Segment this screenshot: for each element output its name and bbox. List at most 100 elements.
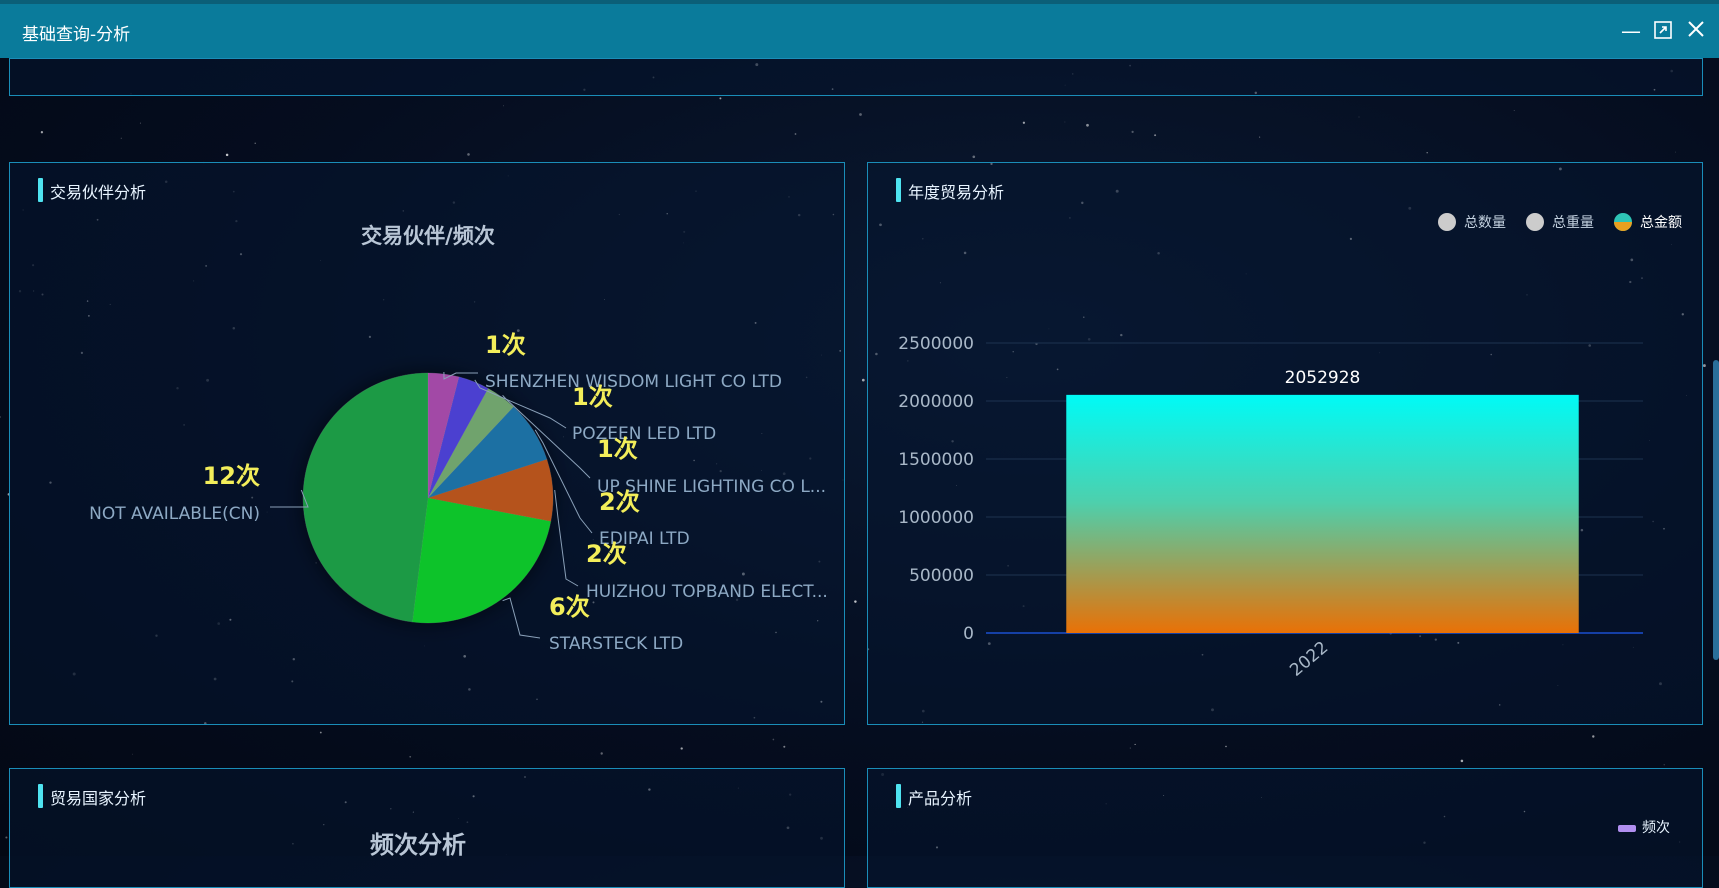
product-analysis-panel: 产品分析 频次 (867, 768, 1703, 888)
star (772, 738, 775, 741)
pie-category-label: STARSTECK LTD (549, 634, 683, 654)
pie-category-label: SHENZHEN WISDOM LIGHT CO LTD (485, 372, 782, 392)
annual-bar-chart: 0 500000 1000000 1500000 2000000 2500000 2052… (898, 334, 1643, 681)
star (0, 416, 2, 418)
star (139, 122, 141, 124)
star (859, 113, 862, 116)
star (1674, 151, 1676, 153)
star (794, 133, 797, 135)
star (319, 731, 322, 734)
star (409, 755, 412, 758)
legend-swatch (1618, 824, 1636, 832)
pie-leader-line (502, 597, 541, 639)
star (1225, 745, 1227, 748)
title-accent-bar (896, 784, 901, 808)
maximize-icon[interactable] (1652, 20, 1674, 42)
close-icon[interactable] (1685, 20, 1707, 42)
y-tick-label: 0 (963, 624, 974, 644)
partner-analysis-panel: 交易伙伴分析 交易伙伴/频次 1次 SHENZHEN WISDOM LIGHT C… (9, 162, 845, 725)
country-panel-title: 贸易国家分析 (38, 784, 146, 809)
star (719, 97, 722, 100)
bar-value-label: 2052928 (1285, 368, 1361, 388)
star (5, 836, 8, 839)
star (1064, 121, 1066, 123)
x-tick-label: 2022 (1286, 638, 1332, 681)
star (467, 153, 470, 156)
bar-mark[interactable] (1066, 394, 1579, 633)
pie-value-label: 2次 (599, 488, 640, 516)
star (1592, 735, 1595, 738)
star (600, 752, 603, 755)
star (120, 137, 122, 139)
product-legend-label: 频次 (1642, 820, 1670, 836)
partner-panel-title-text: 交易伙伴分析 (50, 183, 147, 202)
product-panel-title-text: 产品分析 (908, 789, 973, 808)
star (1154, 134, 1157, 137)
pie-category-label: POZEEN LED LTD (572, 424, 716, 444)
y-tick-label: 500000 (909, 566, 974, 586)
y-tick-label: 1500000 (898, 450, 974, 470)
star (783, 745, 786, 748)
legend-dot[interactable] (1526, 213, 1544, 231)
star (1086, 123, 1089, 127)
star (1129, 747, 1131, 749)
pie-slice[interactable] (302, 372, 429, 623)
annual-trade-panel: 年度贸易分析 总数量 总重量 总金额 0 500000 1000000 1500000 20… (867, 162, 1703, 725)
star (1460, 759, 1464, 763)
pie-leader-line (554, 489, 579, 587)
minimize-icon[interactable]: — (1620, 20, 1642, 42)
pie-value-label: 12次 (203, 462, 260, 490)
star (1022, 121, 1026, 124)
star (40, 131, 44, 134)
pie-value-label: 2次 (586, 540, 627, 568)
legend-label[interactable]: 总金额 (1640, 215, 1682, 231)
annual-legend: 总数量 总重量 总金额 (1438, 213, 1682, 231)
annual-panel-title: 年度贸易分析 (896, 178, 1005, 203)
star (861, 378, 865, 382)
pie-leader-line (270, 489, 309, 508)
pie-value-label: 6次 (549, 593, 590, 621)
star (1702, 364, 1706, 368)
legend-label[interactable]: 总数量 (1464, 215, 1506, 231)
window-title: 基础查询-分析 (22, 25, 131, 45)
star (680, 747, 683, 750)
legend-dot[interactable] (1438, 213, 1456, 231)
star (225, 153, 229, 157)
star (132, 753, 134, 755)
star (972, 155, 976, 159)
star (1663, 764, 1665, 766)
legend-dot-half (1614, 222, 1632, 231)
legend-label[interactable]: 总重量 (1552, 215, 1594, 231)
y-tick-label: 1000000 (898, 508, 974, 528)
annual-panel-title-text: 年度贸易分析 (908, 183, 1005, 202)
star (503, 105, 505, 107)
pie-category-label: HUIZHOU TOPBAND ELECT... (586, 582, 828, 602)
star (1426, 151, 1428, 154)
pie-value-label: 1次 (485, 331, 526, 359)
country-chart-title: 频次分析 (370, 831, 466, 859)
title-accent-bar (896, 178, 901, 202)
y-tick-label: 2500000 (898, 334, 974, 354)
star (1134, 743, 1136, 745)
product-panel-title: 产品分析 (896, 784, 973, 809)
pie-chart-title: 交易伙伴/频次 (361, 224, 495, 248)
top-panel (9, 58, 1703, 96)
star (1131, 130, 1134, 134)
star (1259, 136, 1261, 138)
product-legend[interactable]: 频次 (1618, 817, 1670, 837)
window-titlebar: 基础查询-分析 — (0, 0, 1719, 58)
title-accent-bar (38, 784, 43, 808)
pie-category-label: NOT AVAILABLE(CN) (89, 504, 260, 524)
star (1513, 110, 1515, 112)
star (254, 142, 256, 144)
pie-value-label: 1次 (597, 435, 638, 463)
pie-value-label: 1次 (572, 383, 613, 411)
partner-panel-title: 交易伙伴分析 (38, 178, 147, 203)
scrollbar[interactable] (1713, 360, 1719, 660)
y-tick-label: 2000000 (898, 392, 974, 412)
partner-pie-chart: 交易伙伴/频次 1次SHENZHEN WISDOM LIGHT CO LTD1次… (89, 224, 828, 654)
country-analysis-panel: 贸易国家分析 频次分析 (9, 768, 845, 888)
star (854, 600, 857, 603)
star (1358, 116, 1360, 118)
title-accent-bar (38, 178, 43, 202)
